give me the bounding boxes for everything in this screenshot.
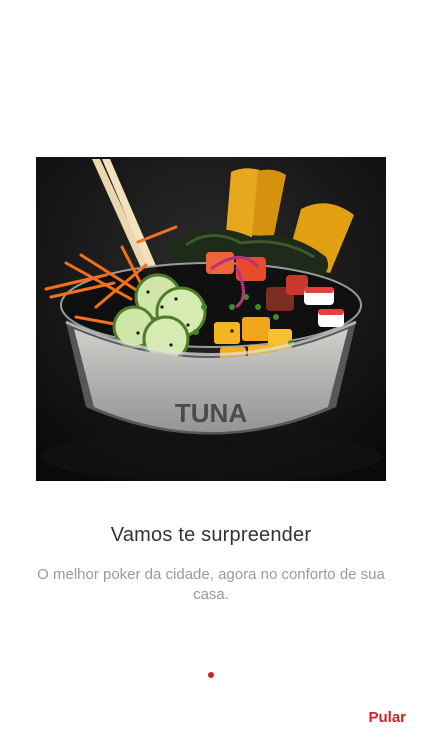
skip-button[interactable]: Pular <box>368 709 406 726</box>
bowl-brand-text: TUNA <box>175 398 247 428</box>
onboarding-screen: TUNA Vamos te surpreender O melhor poker… <box>0 0 422 750</box>
page-indicator <box>0 672 422 678</box>
hero-image: TUNA <box>36 157 386 481</box>
onboarding-title: Vamos te surpreender <box>110 524 312 546</box>
page-dot-active[interactable] <box>208 672 214 678</box>
poke-bowl-illustration: TUNA <box>36 157 386 481</box>
onboarding-subtitle: O melhor poker da cidade, agora no confo… <box>37 566 385 603</box>
